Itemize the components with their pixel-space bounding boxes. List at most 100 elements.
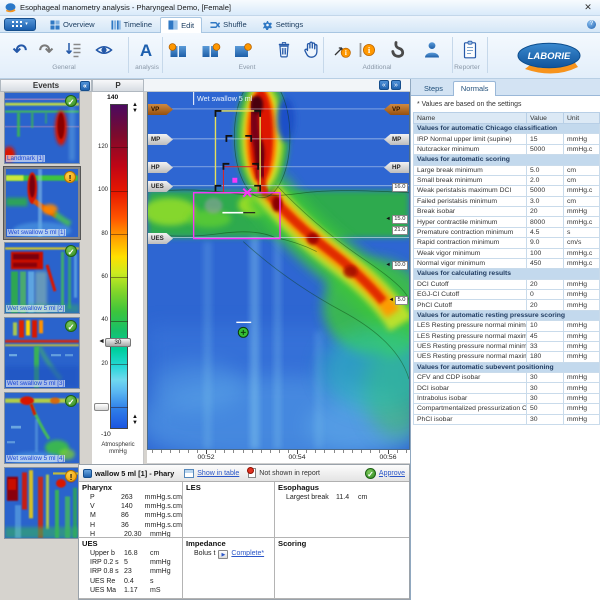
svg-text:i: i (345, 49, 347, 57)
show-in-table-link[interactable]: Show in table (197, 470, 239, 477)
section-scoring: Scoring (275, 538, 409, 599)
normals-row: LES Resting pressure normal minimum 10 mmH… (413, 320, 600, 332)
time-tick-minor (369, 450, 371, 453)
add-event-start-button[interactable] (166, 37, 190, 63)
tab-timeline[interactable]: Timeline (103, 16, 160, 32)
help-icon[interactable] (587, 20, 596, 29)
complete-link[interactable]: Complete* (231, 549, 264, 559)
event-thumbnail[interactable]: ✓ Landmark [1] (4, 92, 80, 164)
zero-slider[interactable] (94, 403, 109, 411)
delete-event-button[interactable] (272, 37, 296, 63)
isobar-value-tag[interactable]: ◄ 5.0 (388, 296, 408, 305)
isobar-slider[interactable]: ◄ 30 (98, 337, 131, 347)
time-tick-minor (187, 450, 189, 453)
isobar-value-tag[interactable]: ◄ 10.0 (385, 261, 408, 270)
event-thumbnail[interactable]: ! Wet swallow 5 ml [1] (3, 166, 81, 240)
group-label-general: General (52, 64, 76, 71)
time-tick-minor (215, 450, 217, 453)
scale-max-stepper[interactable] (130, 102, 140, 114)
normals-row: LES Resting pressure normal maximum 45 mmH… (413, 330, 600, 342)
analysis-button[interactable]: A (134, 37, 158, 63)
column-unit[interactable]: Unit (563, 112, 600, 124)
view-button[interactable] (92, 37, 116, 63)
redo-button[interactable]: ↷ (34, 37, 58, 63)
event-type-icon[interactable] (83, 468, 92, 478)
scale-min-stepper[interactable] (130, 414, 140, 426)
time-tick-minor (406, 450, 408, 453)
time-tick-minor (360, 450, 362, 453)
gear-icon (262, 20, 272, 30)
event-thumbnail[interactable]: ! (4, 467, 80, 539)
normals-row: PhCI Cutoff 20 mmHg (413, 299, 600, 311)
time-axis: 00:52 00:54 00:56 (147, 450, 410, 464)
scroll-right-icon[interactable] (391, 80, 401, 90)
approve-icon[interactable] (364, 467, 376, 479)
normals-header-row: Name Value Unit (413, 112, 600, 124)
tab-settings[interactable]: Settings (255, 16, 311, 32)
normals-section-row: Values for automatic scoring (413, 154, 600, 166)
normals-row: Intrabolus isobar 30 mmHg (413, 392, 600, 405)
approved-icon[interactable]: ✓ (65, 95, 77, 107)
isobar-value-tag[interactable]: ◄ 15.0 (385, 215, 408, 224)
time-tick-minor (251, 450, 253, 453)
isobar-value-tag[interactable]: 21.0 (391, 226, 408, 235)
isobar-value-tag[interactable]: 16.0 (391, 183, 408, 192)
reporter-button[interactable] (458, 37, 482, 63)
undo-button[interactable]: ↶ (8, 37, 32, 63)
warning-icon[interactable]: ! (65, 470, 77, 482)
close-icon[interactable]: ✕ (581, 2, 595, 13)
add-annotation-button[interactable]: i (330, 37, 354, 63)
tab-overview[interactable]: Overview (42, 16, 103, 32)
time-tick-minor (342, 450, 344, 453)
approve-link[interactable]: Approve (379, 470, 405, 477)
warning-icon[interactable]: ! (64, 171, 76, 183)
add-event-button[interactable] (230, 37, 254, 63)
event-thumbnail-label: Wet swallow 5 ml [4] (6, 454, 66, 462)
pan-button[interactable] (299, 37, 323, 63)
scale-tick-label: 120 (97, 143, 108, 150)
event-label: Wet swallow 5 ml (197, 94, 253, 103)
scale-tick (111, 147, 128, 149)
pressure-topography-heatmap[interactable] (148, 92, 409, 449)
event-thumbnail[interactable]: ✓ Wet swallow 5 ml [4] (4, 392, 80, 464)
scroll-left-icon[interactable] (379, 80, 389, 90)
time-label: 00:56 (379, 454, 397, 461)
anatomy-button[interactable] (386, 37, 410, 63)
play-icon[interactable] (218, 549, 229, 559)
approved-icon[interactable]: ✓ (65, 320, 77, 332)
event-thumbnail[interactable]: ✓ Wet swallow 5 ml [3] (4, 317, 80, 389)
timeline-icon (111, 19, 121, 30)
scale-tick (111, 190, 128, 192)
tab-shuffle[interactable]: Shuffle (202, 16, 255, 32)
app-menu-button[interactable]: ▾ (4, 17, 36, 31)
tab-edit[interactable]: Edit (160, 17, 203, 33)
column-value[interactable]: Value (526, 112, 564, 124)
analysis-steps-button[interactable] (62, 37, 86, 63)
event-thumbnail[interactable]: ✓ Wet swallow 5 ml [2] (4, 242, 80, 314)
events-panel-title: Events (32, 81, 60, 90)
approved-icon[interactable]: ✓ (65, 245, 77, 257)
scale-tick-label: 80 (101, 230, 108, 237)
info-button[interactable]: i (354, 37, 378, 63)
table-icon (184, 468, 195, 478)
chevron-down-icon: ▾ (25, 20, 28, 27)
tab-label: Overview (63, 20, 95, 29)
add-event-end-button[interactable] (198, 37, 222, 63)
overview-icon (50, 19, 60, 30)
approved-icon[interactable]: ✓ (65, 395, 77, 407)
section-pharynx: Pharynx P 263 mmHg.s.cm V 140 mmHg.s.cm M 86 mmH… (79, 482, 183, 538)
pressure-topography-plot[interactable]: Wet swallow 5 ml VP MP HP UES UES VP MP HP 16.0 ◄… (147, 92, 410, 450)
svg-text:LABORIE: LABORIE (528, 51, 571, 62)
plot-top-strip (144, 79, 410, 92)
column-name[interactable]: Name (413, 112, 527, 124)
scale-tick (111, 234, 128, 235)
time-tick-minor (315, 450, 317, 453)
tab-steps[interactable]: Steps (416, 81, 451, 95)
time-tick-minor (197, 450, 198, 453)
normals-row: CFV and CDP isobar 30 mmHg (413, 371, 600, 384)
patient-button[interactable] (420, 37, 444, 63)
event-thumbnail-label: Wet swallow 5 ml [3] (6, 379, 66, 387)
collapse-events-icon[interactable] (80, 81, 90, 91)
tab-normals[interactable]: Normals (452, 81, 497, 96)
time-tick-minor (178, 450, 180, 453)
